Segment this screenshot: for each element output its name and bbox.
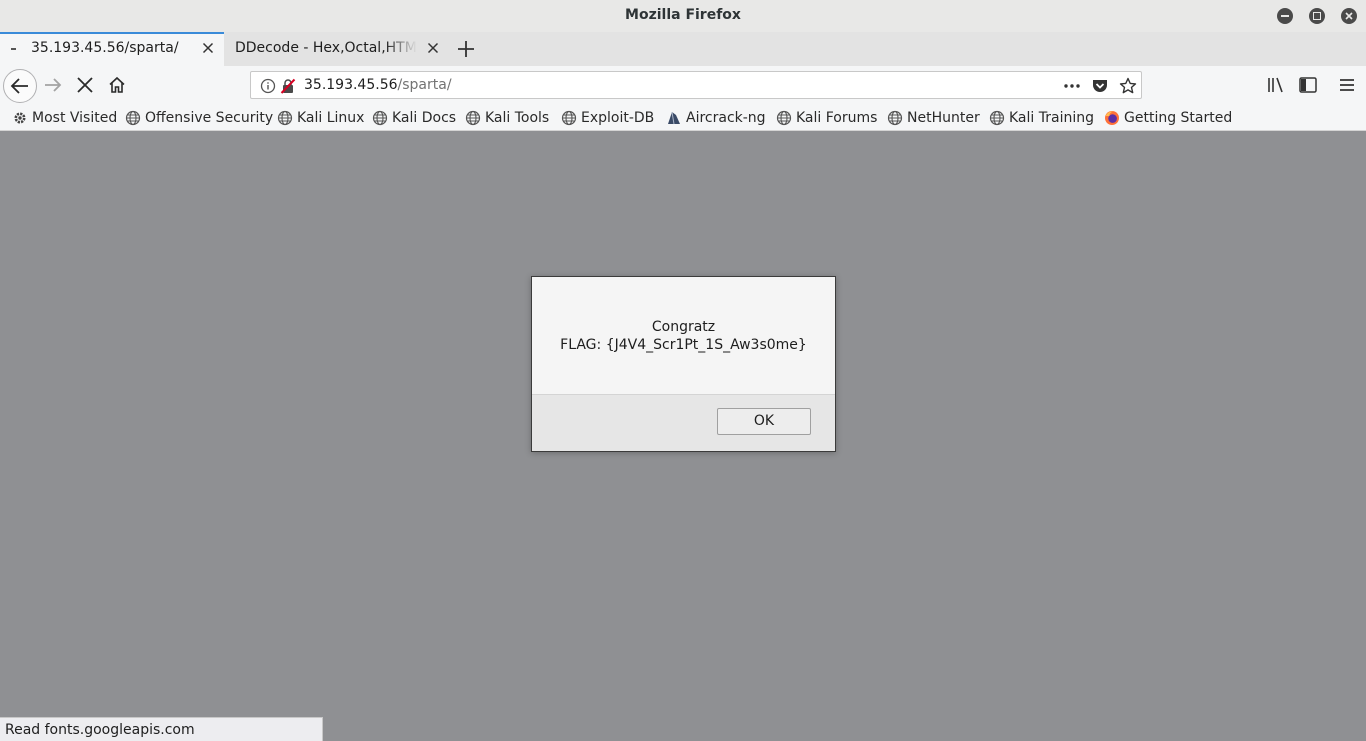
tab-strip: 35.193.45.56/sparta/ DDecode - Hex,Octal… <box>0 32 1366 66</box>
minimize-icon[interactable] <box>1277 8 1293 24</box>
globe-icon <box>372 110 388 126</box>
bookmark-kali-linux[interactable]: Kali Linux <box>277 108 364 128</box>
bookmark-offensive-security[interactable]: Offensive Security <box>125 108 273 128</box>
ok-button[interactable]: OK <box>717 408 811 435</box>
window-title: Mozilla Firefox <box>625 7 741 23</box>
window-titlebar: Mozilla Firefox <box>0 0 1366 32</box>
url-bar[interactable]: 35.193.45.56/sparta/ <box>250 71 1142 99</box>
bookmark-label: NetHunter <box>907 110 980 126</box>
pocket-icon[interactable] <box>1091 77 1109 95</box>
globe-icon <box>277 110 293 126</box>
bookmark-label: Offensive Security <box>145 110 274 126</box>
tab-close-icon[interactable] <box>200 40 216 56</box>
status-bar: Read fonts.googleapis.com <box>0 717 323 741</box>
aircrack-icon <box>668 111 680 125</box>
tab-close-icon[interactable] <box>425 40 441 56</box>
bookmark-star-icon[interactable] <box>1119 77 1137 95</box>
sidebar-icon[interactable] <box>1298 75 1318 95</box>
back-arrow-icon <box>10 78 28 94</box>
url-host: 35.193.45.56 <box>304 77 398 93</box>
bookmark-label: Kali Forums <box>796 110 878 126</box>
loading-icon <box>11 48 16 50</box>
library-icon[interactable] <box>1266 75 1286 95</box>
tab-ddecode[interactable]: DDecode - Hex,Octal,HTML <box>225 32 447 66</box>
home-icon[interactable] <box>107 75 127 95</box>
bookmark-label: Kali Training <box>1009 110 1094 126</box>
alert-message-line-1: Congratz <box>651 319 716 335</box>
bookmark-label: Kali Linux <box>297 110 365 126</box>
navigation-toolbar: 35.193.45.56/sparta/ <box>0 66 1366 104</box>
gear-icon <box>14 112 26 124</box>
bookmark-kali-tools[interactable]: Kali Tools <box>465 108 549 128</box>
tab-label: 35.193.45.56/sparta/ <box>31 40 179 56</box>
globe-icon <box>989 110 1005 126</box>
bookmark-kali-forums[interactable]: Kali Forums <box>776 108 877 128</box>
tab-sparta[interactable]: 35.193.45.56/sparta/ <box>0 32 224 66</box>
globe-icon <box>887 110 903 126</box>
window-close-icon[interactable] <box>1341 8 1357 24</box>
bookmark-label: Most Visited <box>32 110 118 126</box>
info-icon[interactable] <box>260 78 276 94</box>
url-text[interactable]: 35.193.45.56/sparta/ <box>304 77 452 93</box>
bookmark-kali-training[interactable]: Kali Training <box>989 108 1094 128</box>
insecure-lock-icon[interactable] <box>280 78 296 94</box>
globe-icon <box>561 110 577 126</box>
alert-message-line-2: FLAG: {J4V4_Scr1Pt_1S_Aw3s0me} <box>560 337 807 353</box>
firefox-icon <box>1105 111 1119 125</box>
new-tab-icon[interactable] <box>456 39 476 59</box>
bookmark-label: Kali Docs <box>392 110 457 126</box>
alert-message: Congratz FLAG: {J4V4_Scr1Pt_1S_Aw3s0me} <box>532 318 835 354</box>
bookmark-nethunter[interactable]: NetHunter <box>887 108 980 128</box>
bookmark-label: Exploit-DB <box>581 110 655 126</box>
hamburger-menu-icon[interactable] <box>1337 75 1357 95</box>
bookmark-most-visited[interactable]: Most Visited <box>12 108 117 128</box>
url-path: /sparta/ <box>397 77 452 93</box>
bookmark-label: Aircrack-ng <box>686 110 766 126</box>
back-button[interactable] <box>3 69 37 103</box>
alert-dialog: Congratz FLAG: {J4V4_Scr1Pt_1S_Aw3s0me} … <box>531 276 836 452</box>
bookmark-label: Kali Tools <box>485 110 550 126</box>
page-actions-icon[interactable] <box>1063 78 1081 94</box>
bookmark-aircrack-ng[interactable]: Aircrack-ng <box>666 108 766 128</box>
maximize-icon[interactable] <box>1309 8 1325 24</box>
bookmark-kali-docs[interactable]: Kali Docs <box>372 108 456 128</box>
globe-icon <box>125 110 141 126</box>
bookmark-label: Getting Started <box>1124 110 1233 126</box>
globe-icon <box>465 110 481 126</box>
bookmarks-toolbar: Most Visited Offensive Security Kali Lin… <box>0 104 1366 131</box>
forward-arrow-icon[interactable] <box>43 75 63 95</box>
stop-icon[interactable] <box>75 75 95 95</box>
globe-icon <box>776 110 792 126</box>
tab-label: DDecode - Hex,Octal,HTML <box>235 40 417 56</box>
bookmark-exploit-db[interactable]: Exploit-DB <box>561 108 654 128</box>
bookmark-getting-started[interactable]: Getting Started <box>1104 108 1232 128</box>
